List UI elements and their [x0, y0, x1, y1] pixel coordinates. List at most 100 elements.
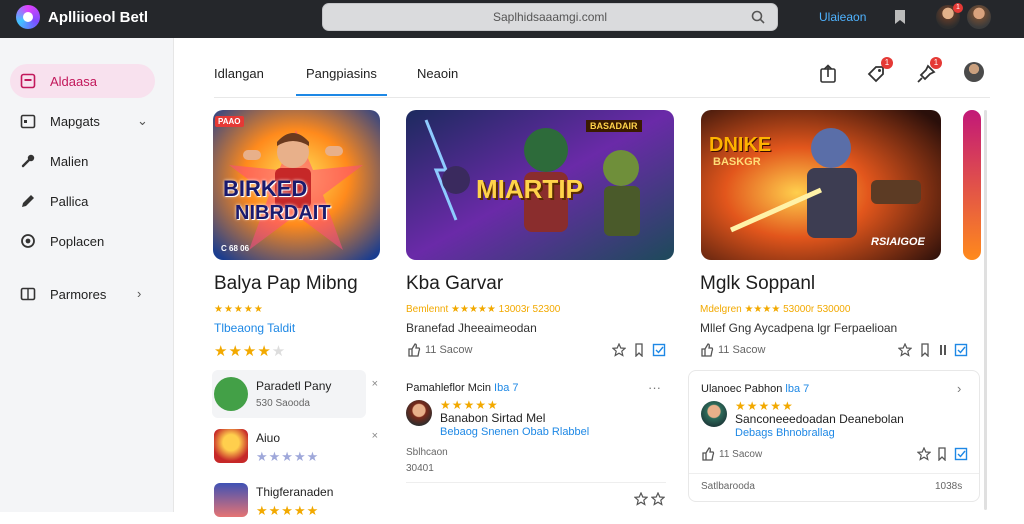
star-outline-icon[interactable]: [917, 447, 931, 461]
top-nav-link[interactable]: Ulaieaon: [819, 10, 866, 24]
list-item-subtitle: 530 Saooda: [256, 398, 310, 409]
tabs-divider: [214, 97, 990, 98]
star-outline-icon[interactable]: [634, 492, 648, 506]
card-description: Mllef Gng Aycadpena lgr Ferpaelioan: [700, 321, 898, 335]
checkbox-icon[interactable]: [954, 343, 968, 357]
cover-badge: BASADAIR: [586, 120, 642, 132]
list-item[interactable]: Thigferanaden ★★★★★: [212, 476, 366, 524]
notification-badge: 1: [930, 57, 942, 69]
search-icon[interactable]: [751, 10, 765, 24]
card-description: Branefad Jheeaimeodan: [406, 321, 537, 335]
list-item-title: Paradetl Pany: [256, 379, 332, 393]
list-item-title: Aiuo: [256, 431, 281, 445]
star-rating: ★★★★★: [214, 343, 287, 360]
sidebar-item-parameters[interactable]: Parmores ›: [10, 277, 155, 311]
game-cover-image-partial[interactable]: [963, 110, 981, 260]
bookmark-icon[interactable]: [632, 343, 646, 357]
sidebar-item-tools[interactable]: Malien: [10, 144, 155, 178]
chevron-down-icon[interactable]: ⌄: [137, 113, 149, 128]
card-title[interactable]: Kba Garvar: [406, 273, 503, 295]
close-icon[interactable]: ×: [372, 378, 378, 390]
card-title[interactable]: Mglk Soppanl: [700, 273, 815, 295]
pause-icon[interactable]: [936, 343, 950, 357]
review-footer: 1038s: [935, 481, 963, 492]
reviewer-avatar: [406, 400, 432, 426]
divider: [689, 473, 979, 474]
scrollbar[interactable]: [984, 110, 987, 510]
bookmark-icon[interactable]: [918, 343, 932, 357]
review-text: Banabon Sirtad Mel: [440, 411, 546, 425]
card-description[interactable]: Tlbeaong Taldit: [214, 321, 295, 335]
review-meta: 30401: [406, 463, 434, 474]
star-outline-icon[interactable]: [651, 492, 665, 506]
review-title: Ulanoec Pabhon: [701, 383, 783, 395]
profile-avatar[interactable]: [967, 5, 991, 29]
divider: [406, 482, 666, 483]
cover-footer: RSIAIGOE: [871, 236, 925, 248]
search-input[interactable]: Saplhidsaaamgi.coml: [322, 3, 778, 31]
sidebar-item-calendar[interactable]: Mapgats ⌄: [10, 104, 155, 138]
like-count: 11 Sacow: [718, 344, 766, 356]
card-meta: ★★★★★: [214, 304, 264, 315]
list-item[interactable]: Paradetl Pany 530 Saooda ×: [212, 370, 378, 418]
thumbs-up-icon[interactable]: [407, 343, 421, 357]
tab-overview[interactable]: Idlangan: [214, 66, 264, 96]
share-icon[interactable]: [818, 64, 838, 84]
star-rating: ★★★★★: [256, 449, 320, 464]
cover-badge: PAAO: [215, 116, 244, 127]
sidebar-item-edit[interactable]: Pallica: [10, 184, 155, 218]
review-accent: Iba 7: [494, 382, 519, 394]
app-logo-icon[interactable]: [16, 5, 40, 29]
bookmark-icon[interactable]: [935, 447, 949, 461]
tab-news[interactable]: Neaoin: [417, 66, 458, 96]
review-text: Sanconeeedoadan Deanebolan: [735, 412, 904, 426]
game-cover-image[interactable]: PAAO BIRKED NIBRDAIT C 68 06: [213, 110, 380, 260]
star-rating: ★★★★★: [256, 503, 320, 518]
thumbs-up-icon[interactable]: [701, 447, 715, 461]
circle-icon: [21, 234, 35, 248]
sidebar-item-label: Parmores: [50, 287, 107, 302]
list-item-title: Thigferanaden: [256, 485, 334, 499]
card-title[interactable]: Balya Pap Mibng: [214, 273, 358, 295]
cover-title-line: DNIKE: [709, 134, 772, 156]
more-options-icon[interactable]: ···: [648, 380, 661, 395]
sidebar-item-dashboard[interactable]: Aldaasa: [10, 64, 155, 98]
cover-footer: C 68 06: [221, 244, 250, 253]
like-count: 11 Sacow: [425, 344, 473, 356]
chevron-right-icon[interactable]: ›: [137, 286, 149, 301]
cover-title-line: BIRKED: [223, 176, 308, 201]
user-avatar[interactable]: [964, 62, 984, 82]
close-icon[interactable]: ×: [372, 430, 378, 442]
grid-icon: [20, 287, 36, 301]
review-link[interactable]: Bebaog Snenen Obab Rlabbel: [440, 426, 589, 438]
star-outline-icon[interactable]: [612, 343, 626, 357]
review-card: Pamahleflor Mcin Iba 7 ··· ★★★★★ Banabon…: [394, 370, 676, 512]
like-count: 11 Sacow: [719, 449, 763, 460]
notification-badge: 1: [881, 57, 893, 69]
sidebar-item-label: Mapgats: [50, 114, 100, 129]
dashboard-icon: [20, 73, 36, 89]
calendar-icon: [20, 114, 36, 129]
wrench-icon: [21, 154, 35, 168]
top-bar: Aplliioeol Betl Saplhidsaaamgi.coml Ulai…: [0, 0, 1024, 38]
reviewer-avatar: [701, 401, 727, 427]
star-outline-icon[interactable]: [898, 343, 912, 357]
checkbox-icon[interactable]: [652, 343, 666, 357]
bookmark-icon[interactable]: [893, 9, 907, 25]
card-meta: Mdelgren ★★★★ 53000r 530000: [700, 304, 851, 315]
review-link[interactable]: Debags Bhnobrallag: [735, 427, 835, 439]
sidebar: Aldaasa Mapgats ⌄ Malien Pallica Poplace…: [0, 38, 174, 512]
app-title: Aplliioeol Betl: [48, 9, 149, 26]
list-item[interactable]: Aiuo ★★★★★ ×: [212, 422, 378, 470]
thumbs-up-icon[interactable]: [700, 343, 714, 357]
game-cover-image[interactable]: DNIKE BASKGR RSIAIGOE: [701, 110, 941, 260]
review-header: Pamahleflor Mcin Iba 7: [406, 382, 519, 394]
review-footer: Satlbarooda: [701, 481, 755, 492]
app-thumbnail: [214, 429, 248, 463]
sidebar-item-popular[interactable]: Poplacen: [10, 224, 155, 258]
game-cover-image[interactable]: MIARTIP BASADAIR: [406, 110, 674, 260]
tab-programs[interactable]: Pangpiasins: [296, 66, 387, 96]
chevron-right-icon[interactable]: ›: [957, 381, 961, 396]
cover-title-line: NIBRDAIT: [235, 202, 331, 224]
checkbox-icon[interactable]: [954, 447, 968, 461]
